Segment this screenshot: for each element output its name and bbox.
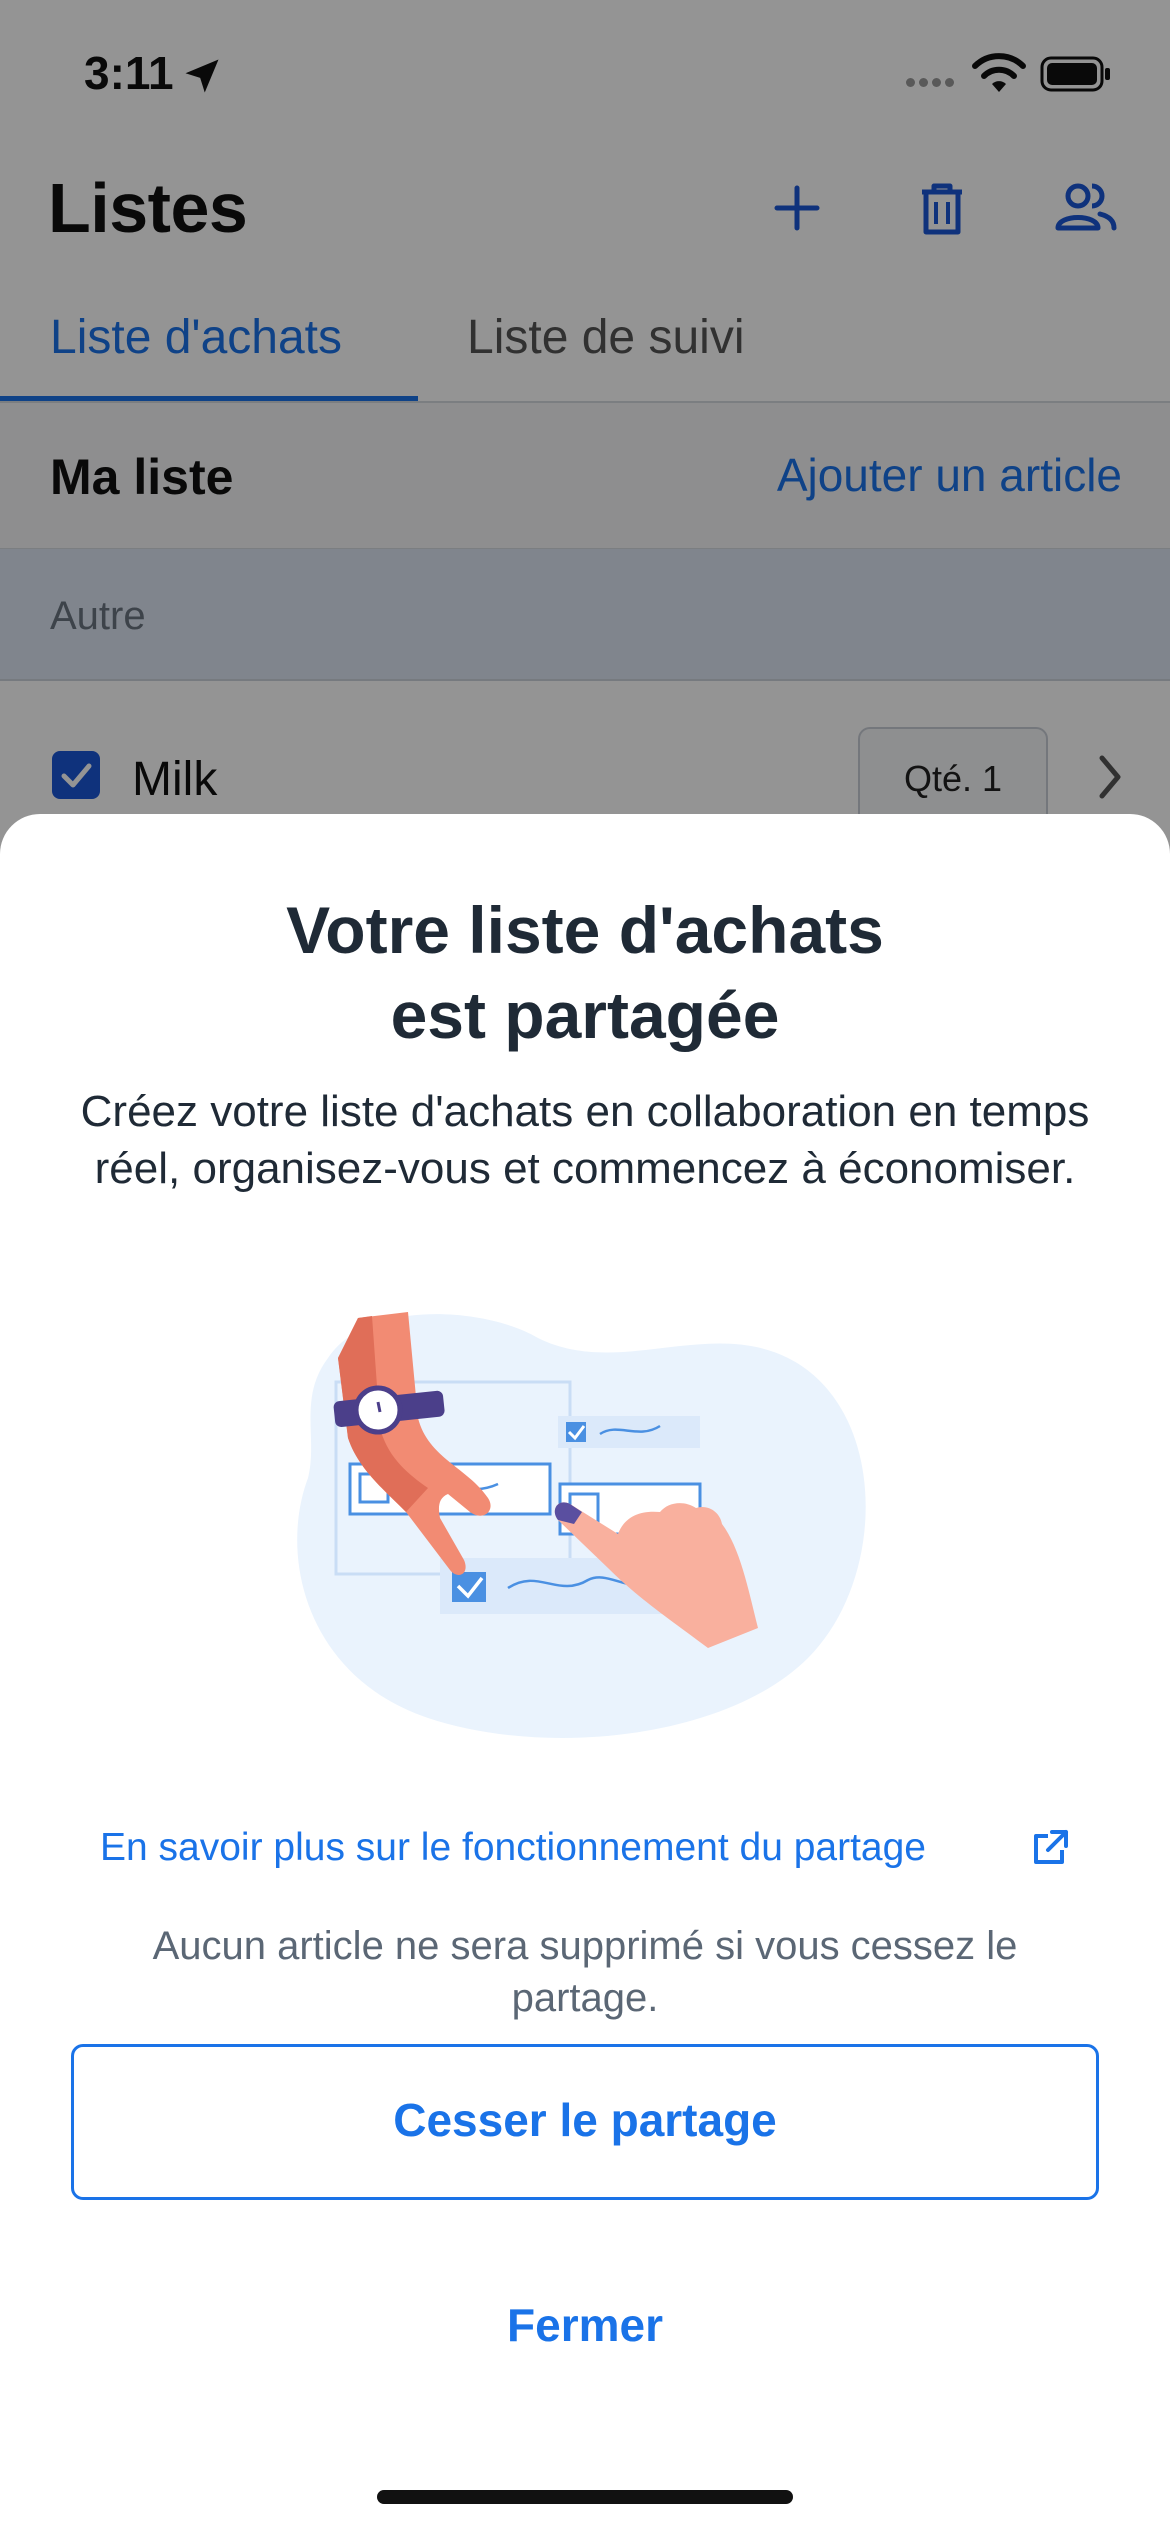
learn-more-link[interactable]: En savoir plus sur le fonctionnement du … [100, 1826, 926, 1870]
close-label: Fermer [507, 2299, 663, 2351]
sheet-title-line2: est partagée [390, 978, 780, 1052]
sheet-title: Votre liste d'achats est partagée [0, 888, 1170, 1058]
stop-sharing-label: Cesser le partage [393, 2094, 777, 2146]
sheet-title-line1: Votre liste d'achats [286, 893, 884, 967]
external-link-icon[interactable] [1030, 1828, 1070, 1868]
shared-list-illustration [297, 1312, 866, 1738]
disclaimer-text: Aucun article ne sera supprimé si vous c… [152, 1924, 1018, 2020]
home-indicator[interactable] [377, 2490, 793, 2504]
sheet-description: Créez votre liste d'achats en collaborat… [80, 1087, 1090, 1193]
